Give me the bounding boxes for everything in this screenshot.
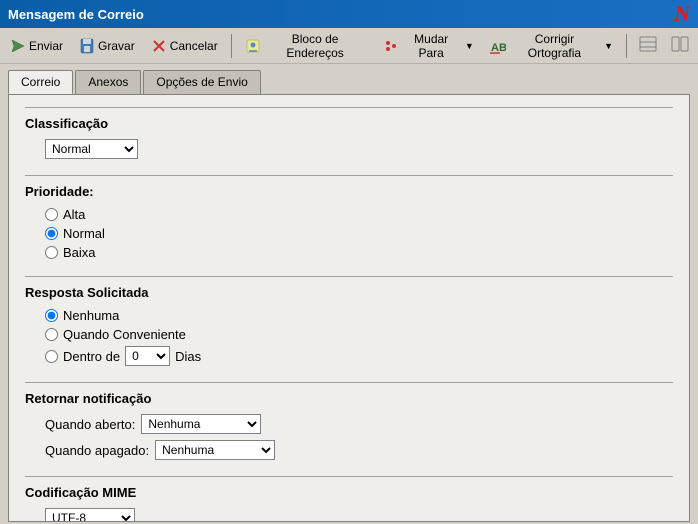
prioridade-title: Prioridade:	[25, 184, 673, 199]
resposta-dentro-radio[interactable]	[45, 350, 58, 363]
quando-apagado-label: Quando apagado:	[45, 443, 149, 458]
quando-apagado-row: Quando apagado: NenhumaSimAutomático	[45, 440, 673, 460]
prioridade-normal-radio[interactable]	[45, 227, 58, 240]
resposta-nenhuma-radio[interactable]	[45, 309, 58, 322]
view1-button[interactable]	[634, 33, 662, 58]
prioridade-section: Prioridade: Alta Normal Baixa	[25, 175, 673, 260]
save-button[interactable]: Gravar	[73, 35, 141, 57]
codificacao-title: Codificação MIME	[25, 485, 673, 500]
resposta-dias-dropdown[interactable]: 0123571430	[125, 346, 170, 366]
move-to-label: Mudar Para	[402, 32, 461, 60]
classificacao-title: Classificação	[25, 116, 673, 131]
address-book-button[interactable]: Bloco de Endereços	[239, 29, 373, 63]
resposta-section: Resposta Solicitada Nenhuma Quando Conve…	[25, 276, 673, 366]
cancel-label: Cancelar	[170, 39, 218, 53]
toolbar: Enviar Gravar Cancelar Bloco de Endereço…	[0, 28, 698, 64]
divider-codificacao	[25, 476, 673, 477]
save-label: Gravar	[98, 39, 135, 53]
codificacao-dropdown[interactable]: UTF-8ISO-8859-1US-ASCII	[45, 508, 135, 522]
tab-anexos[interactable]: Anexos	[75, 70, 141, 94]
quando-apagado-dropdown[interactable]: NenhumaSimAutomático	[155, 440, 275, 460]
prioridade-normal-label: Normal	[63, 226, 105, 241]
divider-prioridade	[25, 175, 673, 176]
resposta-conveniente-item[interactable]: Quando Conveniente	[45, 327, 673, 342]
spell-check-label: Corrigir Ortografia	[509, 32, 600, 60]
resposta-dias-label: Dias	[175, 349, 201, 364]
window-title: Mensagem de Correio	[8, 7, 144, 22]
app-logo: N	[674, 1, 690, 27]
save-icon	[79, 38, 95, 54]
cancel-icon	[151, 38, 167, 54]
send-button[interactable]: Enviar	[4, 35, 69, 57]
move-to-button[interactable]: Mudar Para ▼	[377, 29, 480, 63]
resposta-dentro-item[interactable]: Dentro de 0123571430 Dias	[45, 346, 673, 366]
quando-aberto-row: Quando aberto: NenhumaSimAutomático	[45, 414, 673, 434]
codificacao-content: UTF-8ISO-8859-1US-ASCII	[25, 508, 673, 522]
view1-icon	[639, 36, 657, 55]
classificacao-section: Classificação Normal Confidencial Privad…	[25, 107, 673, 159]
quando-aberto-label: Quando aberto:	[45, 417, 135, 432]
address-book-label: Bloco de Endereços	[264, 32, 367, 60]
tabs-container: Correio Anexos Opções de Envio	[0, 64, 698, 94]
tab-correio[interactable]: Correio	[8, 70, 73, 94]
quando-aberto-dropdown[interactable]: NenhumaSimAutomático	[141, 414, 261, 434]
cancel-button[interactable]: Cancelar	[145, 35, 224, 57]
resposta-nenhuma-item[interactable]: Nenhuma	[45, 308, 673, 323]
spellcheck-icon: AB	[490, 38, 506, 54]
prioridade-alta-item[interactable]: Alta	[45, 207, 673, 222]
classificacao-content: Normal Confidencial Privado	[25, 139, 673, 159]
title-bar: Mensagem de Correio N	[0, 0, 698, 28]
send-label: Enviar	[29, 39, 63, 53]
prioridade-baixa-label: Baixa	[63, 245, 96, 260]
resposta-dentro-label: Dentro de	[63, 349, 120, 364]
divider-classificacao	[25, 107, 673, 108]
toolbar-sep-1	[231, 34, 232, 58]
resposta-title: Resposta Solicitada	[25, 285, 673, 300]
content-area: Classificação Normal Confidencial Privad…	[8, 94, 690, 522]
toolbar-sep-2	[626, 34, 627, 58]
prioridade-options: Alta Normal Baixa	[25, 207, 673, 260]
resposta-conveniente-label: Quando Conveniente	[63, 327, 186, 342]
moveto-arrow: ▼	[465, 41, 474, 51]
spellcheck-arrow: ▼	[604, 41, 613, 51]
view2-button[interactable]	[666, 33, 694, 58]
prioridade-baixa-item[interactable]: Baixa	[45, 245, 673, 260]
prioridade-alta-label: Alta	[63, 207, 85, 222]
notificacao-title: Retornar notificação	[25, 391, 673, 406]
prioridade-normal-item[interactable]: Normal	[45, 226, 673, 241]
moveto-icon	[383, 38, 399, 54]
codificacao-section: Codificação MIME UTF-8ISO-8859-1US-ASCII	[25, 476, 673, 522]
svg-text:AB: AB	[491, 42, 506, 54]
prioridade-baixa-radio[interactable]	[45, 246, 58, 259]
resposta-nenhuma-label: Nenhuma	[63, 308, 119, 323]
send-icon	[10, 38, 26, 54]
notificacao-content: Quando aberto: NenhumaSimAutomático Quan…	[25, 414, 673, 460]
addressbook-icon	[245, 38, 261, 54]
view2-icon	[671, 36, 689, 55]
tab-opcoes[interactable]: Opções de Envio	[143, 70, 260, 94]
resposta-conveniente-radio[interactable]	[45, 328, 58, 341]
prioridade-alta-radio[interactable]	[45, 208, 58, 221]
divider-notificacao	[25, 382, 673, 383]
notificacao-section: Retornar notificação Quando aberto: Nenh…	[25, 382, 673, 460]
classificacao-dropdown[interactable]: Normal Confidencial Privado	[45, 139, 138, 159]
resposta-options: Nenhuma Quando Conveniente Dentro de 012…	[25, 308, 673, 366]
divider-resposta	[25, 276, 673, 277]
spell-check-button[interactable]: AB Corrigir Ortografia ▼	[484, 29, 619, 63]
